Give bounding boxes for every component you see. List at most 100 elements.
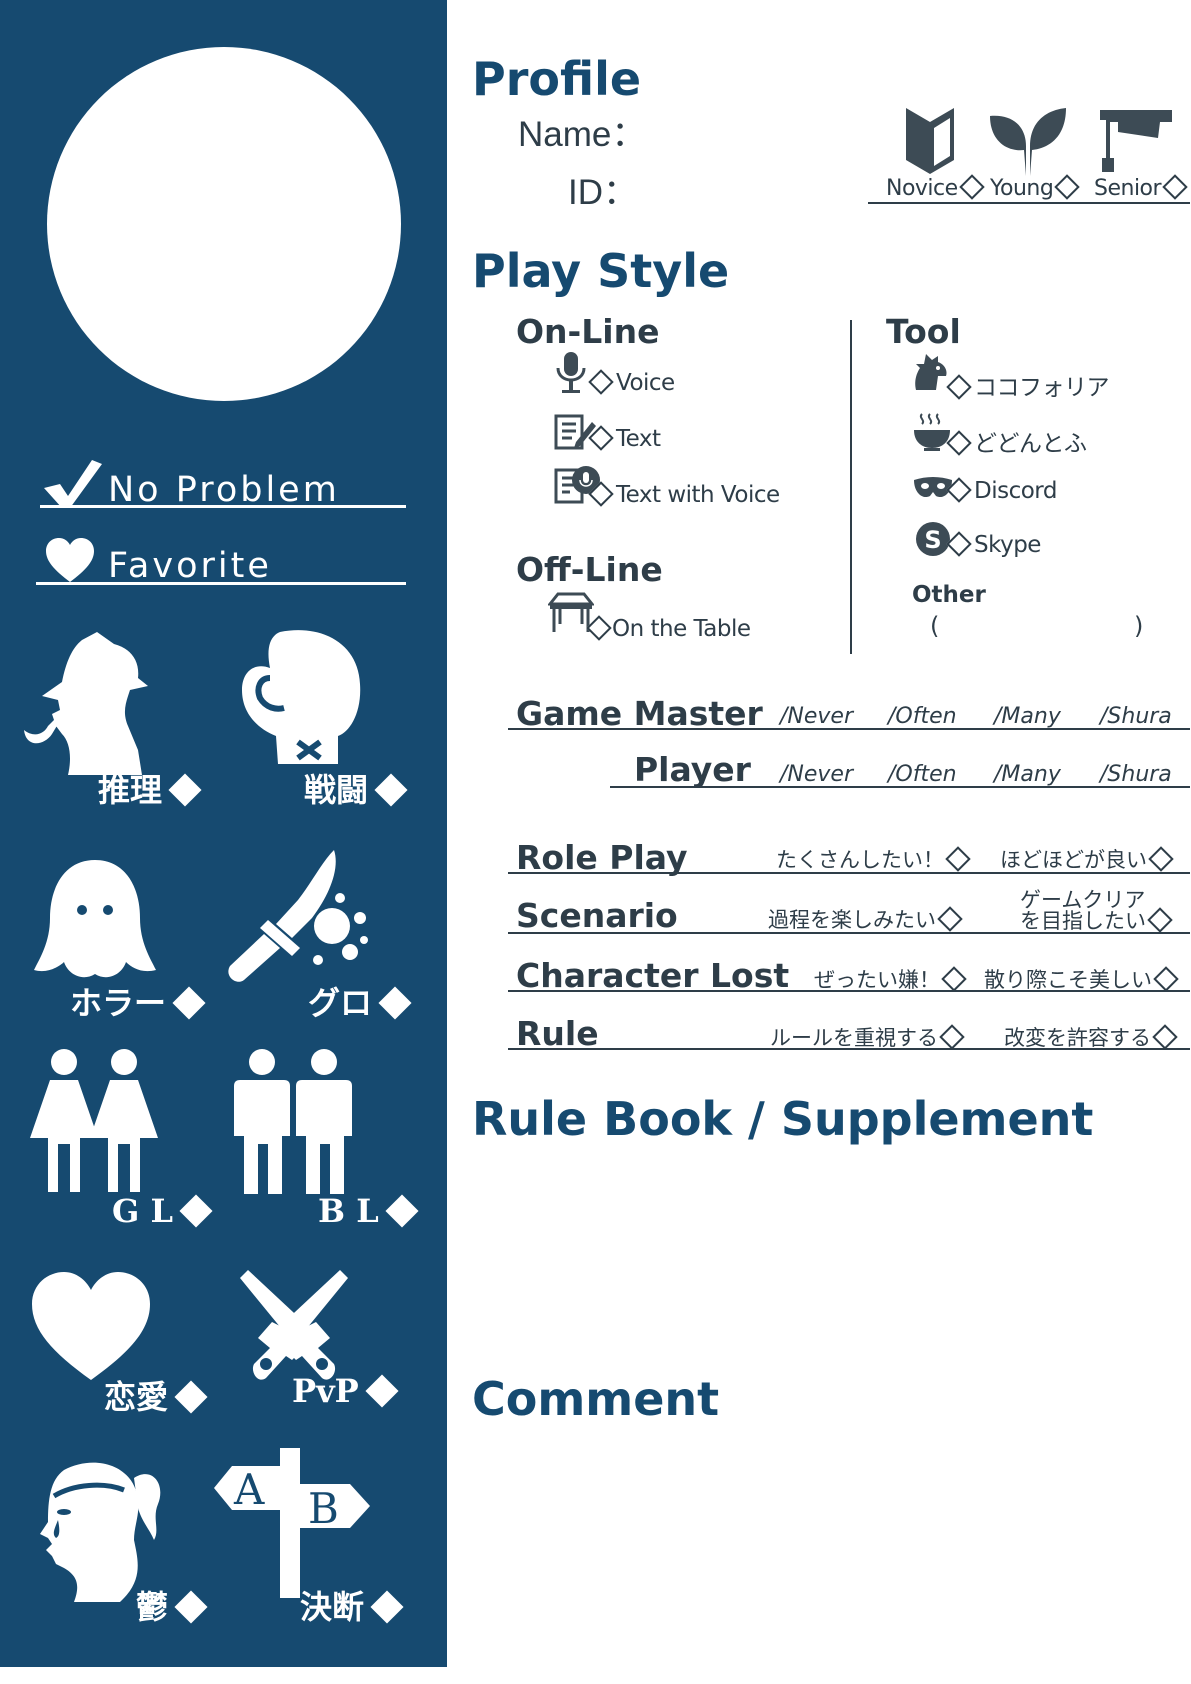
level-senior[interactable]: Senior	[1094, 174, 1188, 201]
genre-mystery[interactable]: 推理	[98, 765, 202, 811]
genre-gore[interactable]: グロ	[308, 978, 412, 1024]
other-label: Other	[912, 582, 986, 608]
two-men-icon	[234, 1049, 352, 1194]
scenario-right-checkbox[interactable]	[1147, 907, 1173, 933]
microphone-icon	[556, 352, 586, 393]
tool-discord[interactable]: Discord	[946, 477, 1057, 504]
character-lost-underline	[508, 990, 1190, 992]
checkmark-icon	[44, 460, 102, 508]
signpost-a-label: A	[233, 1465, 265, 1514]
level-young-checkbox[interactable]	[1054, 174, 1081, 200]
genre-pvp[interactable]: PvP	[292, 1372, 399, 1410]
two-women-icon	[30, 1049, 158, 1192]
tool-cocofolia-checkbox[interactable]	[946, 374, 972, 400]
ghost-icon	[34, 860, 156, 978]
gm-shura[interactable]: /Shura	[1100, 704, 1172, 729]
pl-shura[interactable]: /Shura	[1100, 762, 1172, 787]
role-play-left-checkbox[interactable]	[945, 846, 971, 872]
tool-dodontof-checkbox[interactable]	[946, 430, 972, 456]
role-play-right-checkbox[interactable]	[1148, 846, 1174, 872]
online-text[interactable]: Text	[588, 425, 661, 452]
role-play-right[interactable]: ほどほどが良い	[1000, 846, 1174, 872]
genre-depression[interactable]: 鬱	[136, 1582, 208, 1628]
tool-skype-checkbox[interactable]	[946, 531, 972, 557]
bloody-knife-icon	[228, 850, 368, 982]
other-tool-field[interactable]	[960, 610, 1130, 640]
scenario-left[interactable]: 過程を楽しみたい	[768, 906, 963, 932]
pl-many[interactable]: /Many	[994, 762, 1061, 787]
player-label: Player	[634, 750, 751, 789]
role-play-left[interactable]: たくさんしたい！	[776, 846, 971, 872]
avatar-circle[interactable]	[47, 47, 401, 401]
online-voice-checkbox[interactable]	[588, 369, 614, 395]
rule-right-checkbox[interactable]	[1152, 1024, 1178, 1050]
level-young[interactable]: Young	[990, 174, 1081, 201]
genre-pvp-checkbox[interactable]	[365, 1374, 399, 1408]
level-novice-checkbox[interactable]	[958, 174, 985, 200]
level-novice[interactable]: Novice	[886, 174, 985, 201]
genre-romance-checkbox[interactable]	[174, 1380, 208, 1414]
online-text-checkbox[interactable]	[588, 425, 614, 451]
gm-never[interactable]: /Never	[780, 704, 853, 729]
online-text-with-voice[interactable]: Text with Voice	[588, 481, 780, 508]
online-text-with-voice-checkbox[interactable]	[588, 481, 614, 507]
rulebook-area[interactable]	[472, 1160, 1172, 1360]
pl-often[interactable]: /Often	[888, 762, 957, 787]
detective-icon	[24, 632, 148, 775]
rule-underline	[508, 1048, 1190, 1050]
genre-bl-checkbox[interactable]	[385, 1194, 419, 1228]
scenario-underline	[508, 932, 1190, 934]
pl-never[interactable]: /Never	[780, 762, 853, 787]
play-style-heading: Play Style	[472, 244, 730, 298]
online-voice[interactable]: Voice	[588, 369, 675, 396]
scenario-right[interactable]: ゲームクリア を目指したい	[1020, 890, 1173, 933]
tool-heading: Tool	[886, 312, 961, 351]
offline-on-the-table-checkbox[interactable]	[586, 615, 612, 641]
sidebar: No Problem Favorite A B 推理 戦闘 ホラー グロ G L…	[0, 0, 447, 1667]
scenario-left-checkbox[interactable]	[937, 906, 963, 932]
favorite-line	[36, 582, 406, 585]
offline-heading: Off-Line	[516, 550, 663, 589]
genre-horror[interactable]: ホラー	[70, 978, 206, 1024]
comment-area[interactable]	[472, 1440, 1172, 1660]
gm-often[interactable]: /Often	[888, 704, 957, 729]
character-lost-right[interactable]: 散り際こそ美しい	[984, 966, 1179, 992]
genre-battle-checkbox[interactable]	[374, 773, 408, 807]
character-lost-left-checkbox[interactable]	[941, 966, 967, 992]
tool-discord-checkbox[interactable]	[946, 477, 972, 503]
character-lost-right-checkbox[interactable]	[1153, 966, 1179, 992]
no-problem-label: No Problem	[108, 470, 340, 510]
genre-battle[interactable]: 戦闘	[304, 765, 408, 811]
genre-horror-checkbox[interactable]	[172, 986, 206, 1020]
genre-gl-checkbox[interactable]	[179, 1194, 213, 1228]
genre-mystery-checkbox[interactable]	[168, 773, 202, 807]
cockatoo-icon	[915, 354, 947, 390]
genre-decision-checkbox[interactable]	[370, 1590, 404, 1624]
level-underline	[868, 202, 1190, 204]
rule-left-checkbox[interactable]	[939, 1024, 965, 1050]
genre-gl[interactable]: G L	[112, 1192, 213, 1230]
gm-many[interactable]: /Many	[994, 704, 1061, 729]
player-underline	[610, 786, 1190, 788]
genre-bl[interactable]: B L	[318, 1192, 419, 1230]
svg-text:S: S	[924, 526, 941, 554]
genre-depression-checkbox[interactable]	[174, 1590, 208, 1624]
skype-icon: S	[916, 522, 950, 556]
tool-skype[interactable]: Skype	[946, 531, 1041, 558]
rule-left[interactable]: ルールを重視する	[770, 1024, 965, 1050]
sprout-icon	[990, 108, 1066, 176]
tool-cocofolia[interactable]: ココフォリア	[946, 368, 1110, 402]
comment-heading: Comment	[472, 1372, 720, 1426]
rule-right[interactable]: 改変を許容する	[1004, 1024, 1178, 1050]
genre-gore-checkbox[interactable]	[378, 986, 412, 1020]
notepad-icon	[554, 414, 596, 450]
favorite-label: Favorite	[108, 546, 272, 586]
genre-decision[interactable]: 決断	[300, 1582, 404, 1628]
character-lost-left[interactable]: ぜったい嫌！	[814, 966, 967, 992]
tool-dodontof[interactable]: どどんとふ	[946, 424, 1087, 458]
offline-on-the-table[interactable]: On the Table	[586, 615, 751, 642]
other-open-paren: (	[930, 612, 940, 640]
play-style-divider	[850, 320, 852, 654]
level-senior-checkbox[interactable]	[1162, 174, 1188, 200]
genre-romance[interactable]: 恋愛	[104, 1372, 208, 1418]
